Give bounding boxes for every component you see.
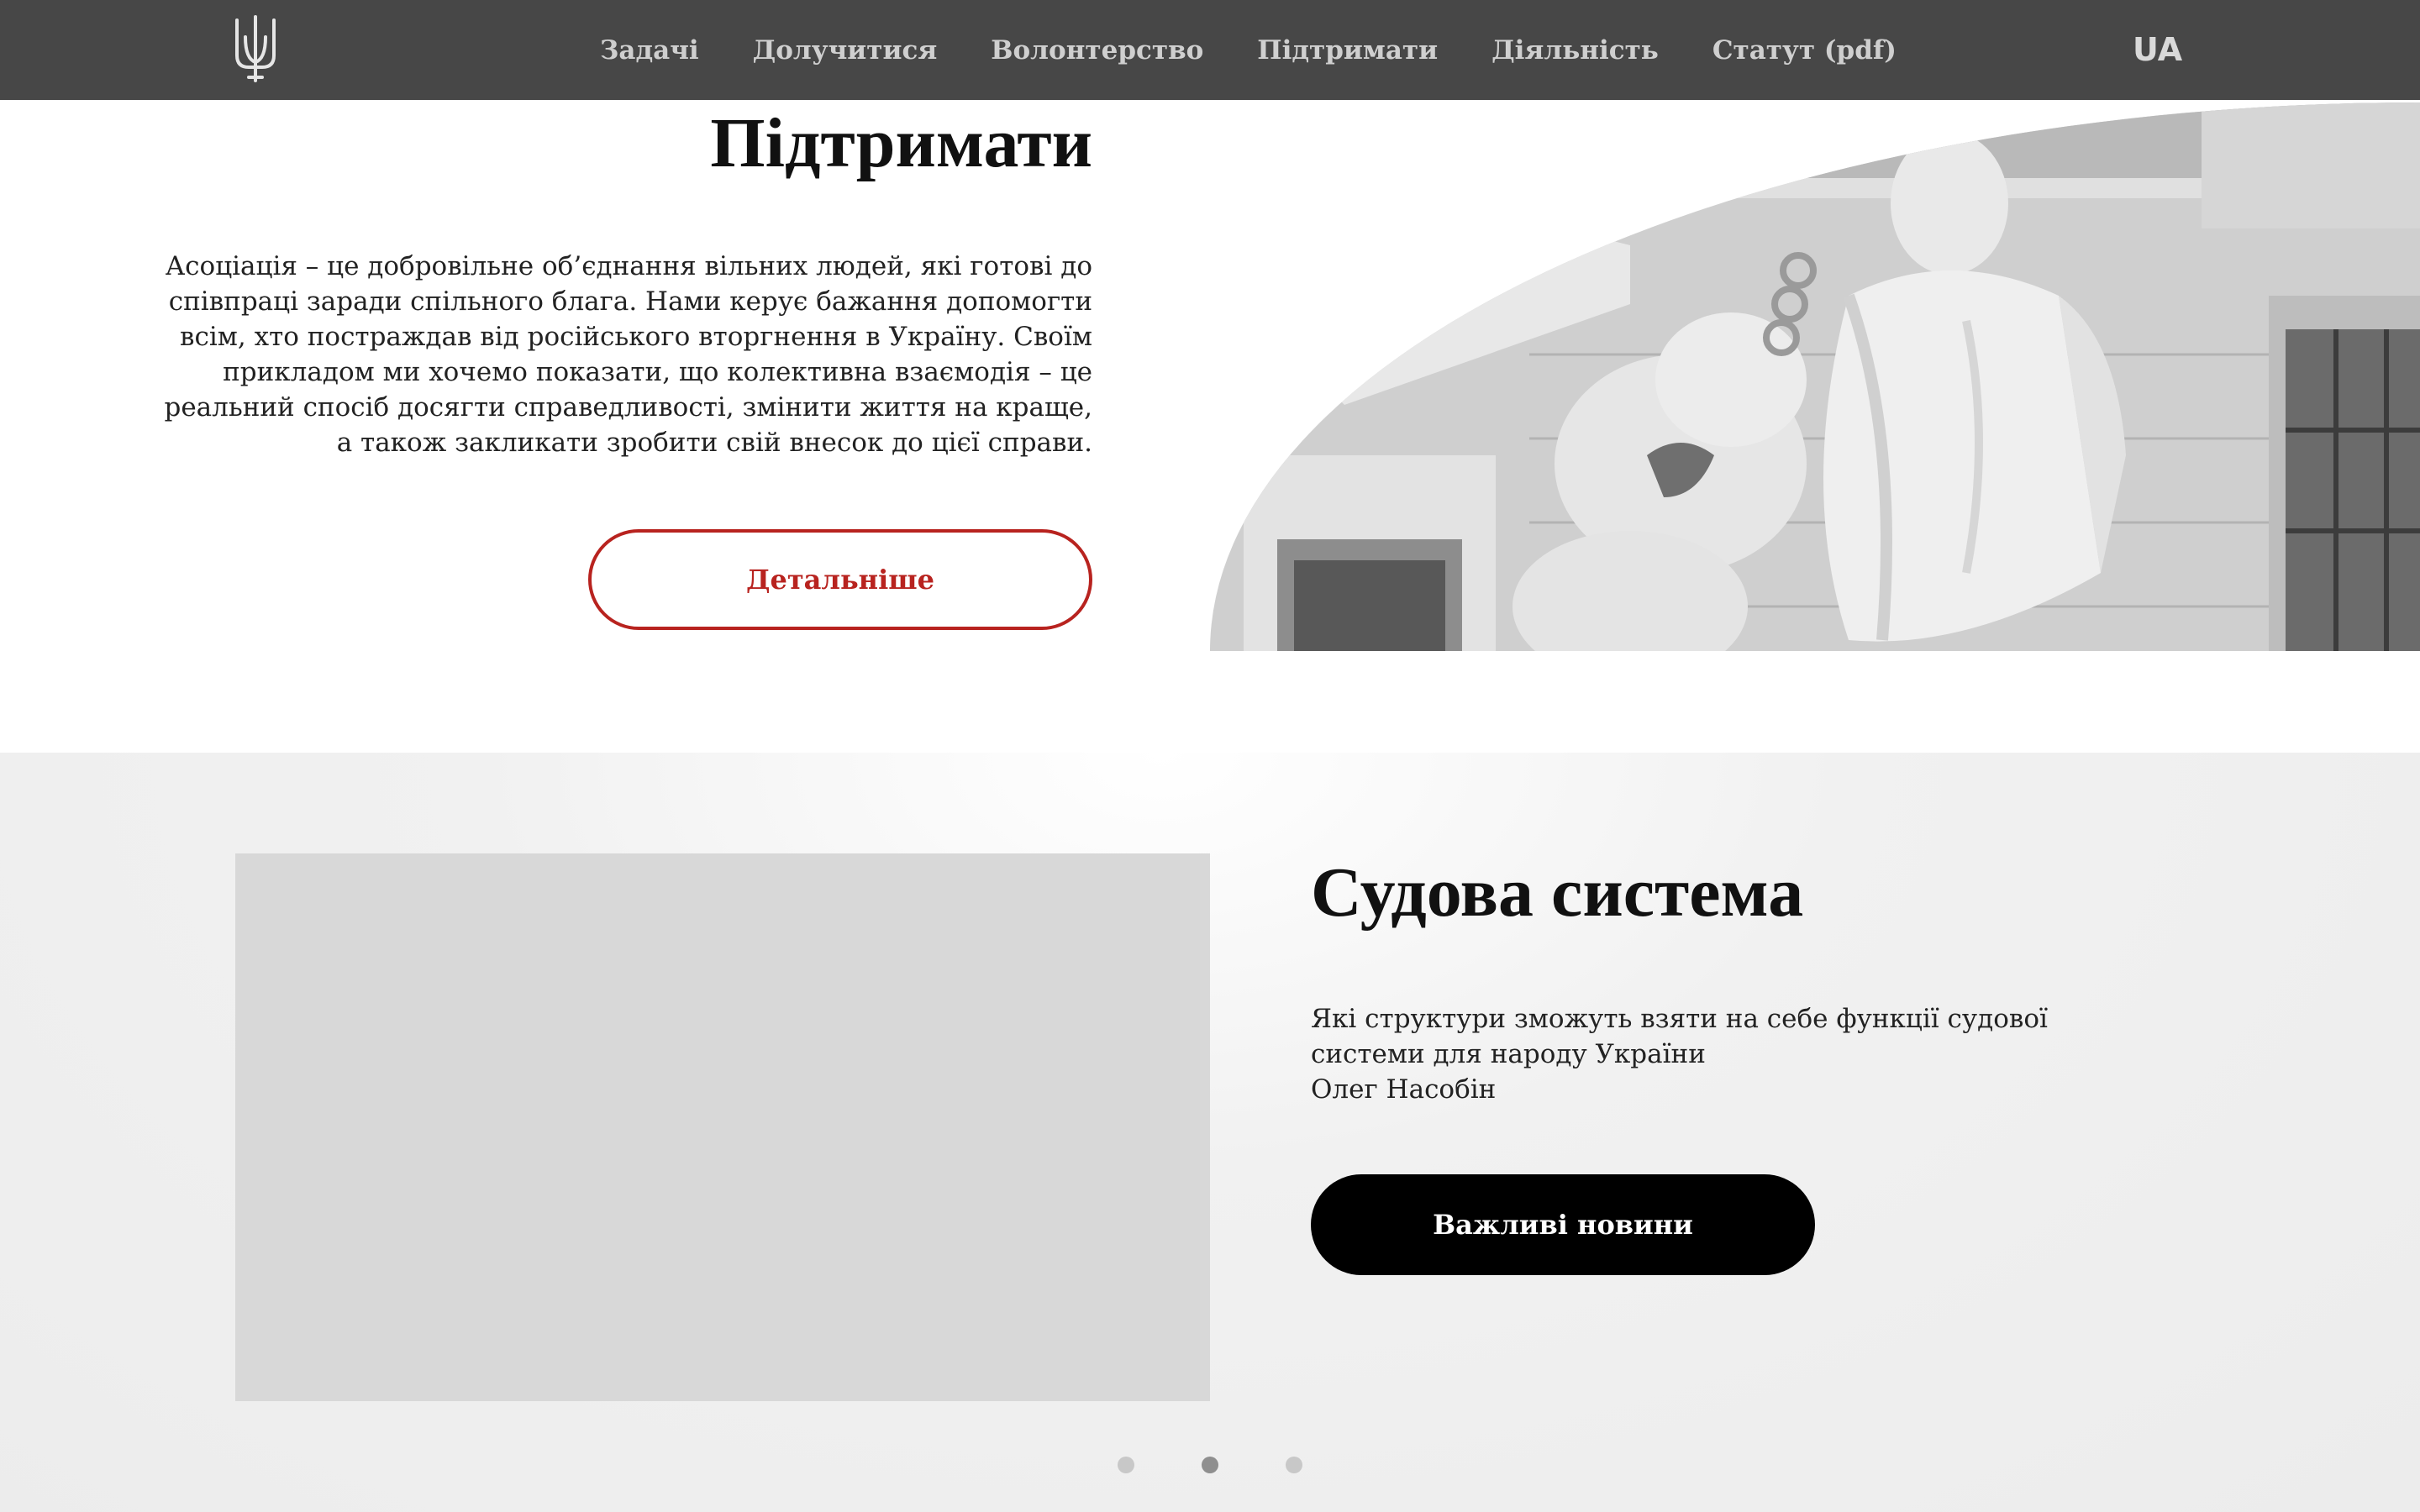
news-image-placeholder bbox=[235, 853, 1210, 1401]
news-description: Які структури зможуть взяти на себе функ… bbox=[1311, 1001, 2134, 1107]
slider-dots bbox=[1118, 1457, 1302, 1473]
nav-item-join[interactable]: Долучитися bbox=[753, 35, 938, 66]
top-navbar: Задачі Долучитися Волонтерство Підтримат… bbox=[0, 0, 2420, 100]
slider-dot-2[interactable] bbox=[1202, 1457, 1218, 1473]
news-title: Судова система bbox=[1311, 853, 1804, 932]
slider-dot-3[interactable] bbox=[1286, 1457, 1302, 1473]
details-button[interactable]: Детальніше bbox=[588, 529, 1092, 630]
slider-dot-1[interactable] bbox=[1118, 1457, 1134, 1473]
trident-icon[interactable] bbox=[230, 12, 281, 86]
support-title: Підтримати bbox=[710, 104, 1092, 182]
nav-item-volunteering[interactable]: Волонтерство bbox=[991, 35, 1203, 66]
statue-photo bbox=[1210, 102, 2420, 651]
news-section: Судова система Які структури зможуть взя… bbox=[0, 753, 2420, 1512]
important-news-button[interactable]: Важливі новини bbox=[1311, 1174, 1815, 1275]
language-switcher[interactable]: UA bbox=[2133, 0, 2182, 100]
nav-item-statute-pdf[interactable]: Статут (pdf) bbox=[1712, 35, 1897, 66]
nav-links: Задачі Долучитися Волонтерство Підтримат… bbox=[600, 0, 1897, 100]
support-description: Асоціація – це добровільне об’єднання ві… bbox=[164, 251, 1092, 458]
nav-item-tasks[interactable]: Задачі bbox=[600, 35, 699, 66]
news-summary: Які структури зможуть взяти на себе функ… bbox=[1311, 1004, 2048, 1069]
nav-item-activity[interactable]: Діяльність bbox=[1491, 35, 1659, 66]
news-author: Олег Насобін bbox=[1311, 1074, 1497, 1105]
nav-item-support[interactable]: Підтримати bbox=[1257, 35, 1438, 66]
